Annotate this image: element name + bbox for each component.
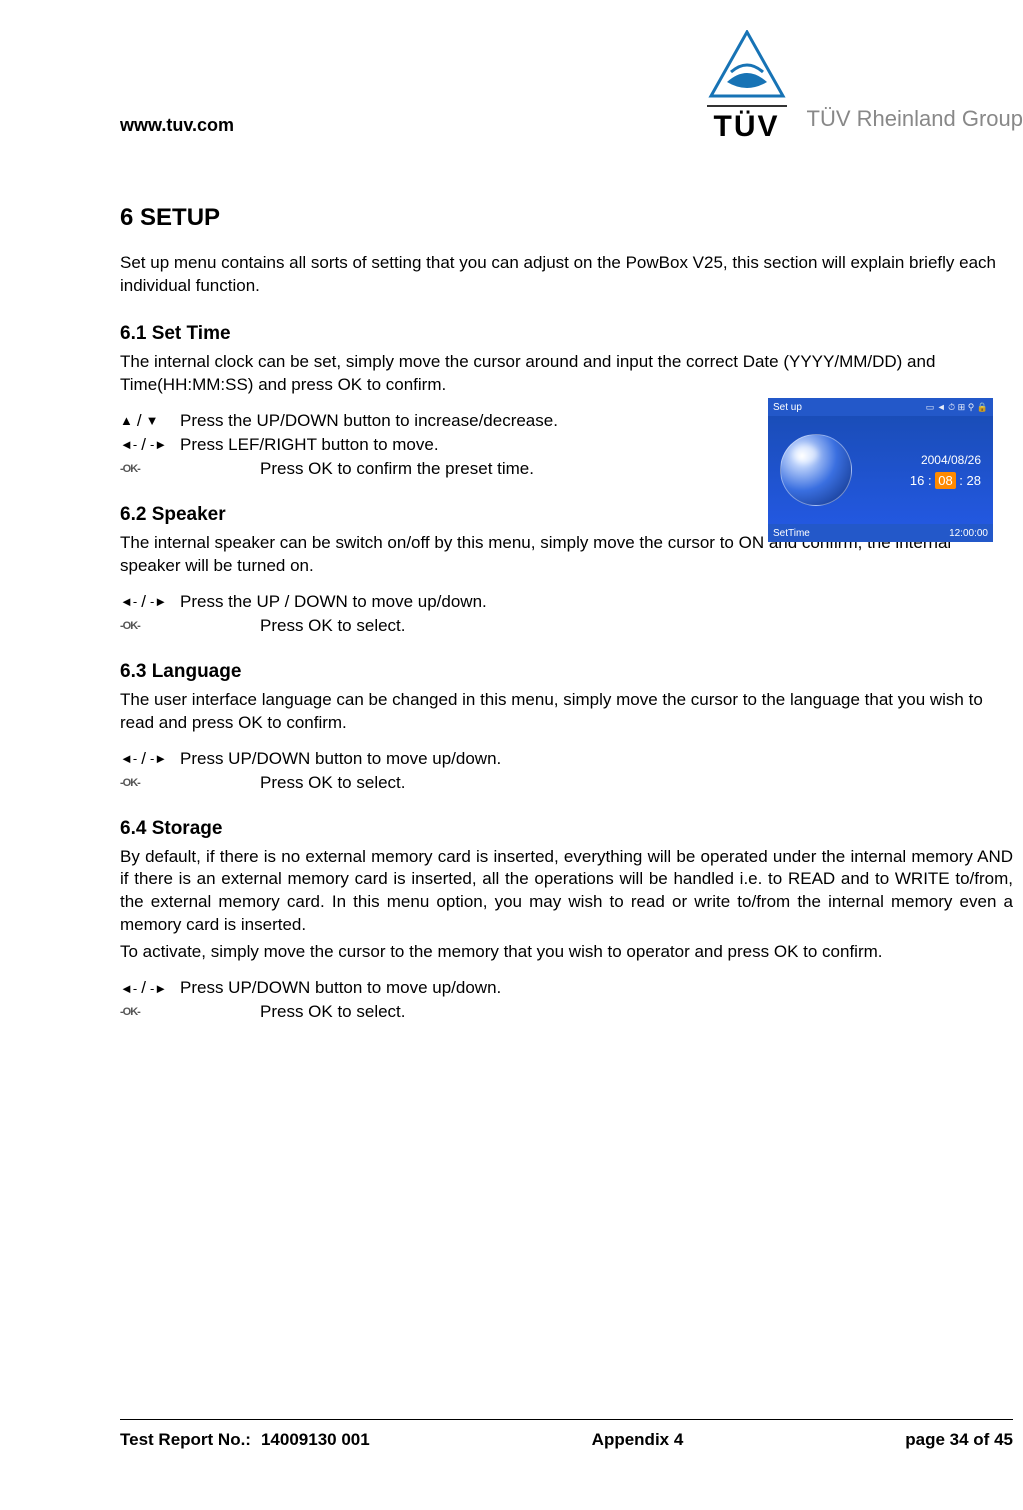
control-row: -OK- Press OK to select.: [120, 616, 1013, 636]
control-text: Press UP/DOWN button to move up/down.: [180, 749, 501, 769]
logo-area: TÜV TÜV Rheinland Group: [707, 30, 1023, 144]
footer-report-label: Test Report No.:: [120, 1430, 251, 1450]
page-header: www.tuv.com TÜV TÜV Rheinland Group: [0, 30, 1023, 144]
page-footer: Test Report No.: 14009130 001 Appendix 4…: [120, 1419, 1013, 1450]
screenshot-titlebar: Set up ▭ ◄ ⏱ ⊞ ⚲ 🔒: [768, 398, 993, 416]
footer-report-number: 14009130 001: [261, 1430, 370, 1450]
screenshot-footer: SetTime 12:00:00: [768, 524, 993, 542]
header-url: www.tuv.com: [120, 115, 234, 144]
control-text: Press LEF/RIGHT button to move.: [180, 435, 439, 455]
control-row: ◄-/-► Press UP/DOWN button to move up/do…: [120, 978, 1013, 998]
intro-text: Set up menu contains all sorts of settin…: [120, 252, 1013, 298]
control-text: Press OK to select.: [260, 616, 406, 636]
left-right-icon: ◄-/-►: [120, 592, 180, 612]
speaker-controls: ◄-/-► Press the UP / DOWN to move up/dow…: [120, 592, 1013, 636]
control-text: Press the UP/DOWN button to increase/dec…: [180, 411, 558, 431]
control-text: Press UP/DOWN button to move up/down.: [180, 978, 501, 998]
footer-left: Test Report No.: 14009130 001: [120, 1430, 370, 1450]
storage-controls: ◄-/-► Press UP/DOWN button to move up/do…: [120, 978, 1013, 1022]
set-time-body: The internal clock can be set, simply mo…: [120, 351, 1013, 397]
screenshot-title: Set up: [773, 402, 802, 413]
heading-language: 6.3 Language: [120, 661, 1013, 683]
heading-storage: 6.4 Storage: [120, 818, 1013, 840]
screenshot-mode: SetTime: [773, 528, 810, 539]
content: 6 SETUP Set up menu contains all sorts o…: [0, 204, 1023, 1022]
control-row: -OK- Press OK to select.: [120, 773, 1013, 793]
tuv-group-text: TÜV Rheinland Group: [807, 106, 1023, 144]
storage-body-2: To activate, simply move the cursor to t…: [120, 941, 1013, 964]
footer-page: page 34 of 45: [905, 1430, 1013, 1450]
heading-setup: 6 SETUP: [120, 204, 1013, 232]
ok-icon: -OK-: [120, 620, 180, 632]
tuv-triangle-icon: [707, 30, 787, 100]
page: www.tuv.com TÜV TÜV Rheinland Group 6 SE…: [0, 0, 1023, 1510]
storage-body-1: By default, if there is no external memo…: [120, 846, 1013, 938]
control-text: Press the UP / DOWN to move up/down.: [180, 592, 487, 612]
screenshot-clock: 12:00:00: [949, 528, 988, 539]
device-screenshot: Set up ▭ ◄ ⏱ ⊞ ⚲ 🔒 2004/08/26 16 : 08 : …: [768, 398, 993, 542]
language-body: The user interface language can be chang…: [120, 689, 1013, 735]
left-right-icon: ◄-/-►: [120, 435, 180, 455]
screenshot-status-icons: ▭ ◄ ⏱ ⊞ ⚲ 🔒: [926, 402, 988, 413]
heading-set-time: 6.1 Set Time: [120, 323, 1013, 345]
control-text: Press OK to select.: [260, 1002, 406, 1022]
screenshot-datetime: 2004/08/26 16 : 08 : 28: [910, 453, 981, 488]
tuv-logo-text: TÜV: [707, 105, 787, 144]
language-controls: ◄-/-► Press UP/DOWN button to move up/do…: [120, 749, 1013, 793]
ok-icon: -OK-: [120, 463, 180, 475]
control-text: Press OK to select.: [260, 773, 406, 793]
control-text: Press OK to confirm the preset time.: [260, 459, 534, 479]
footer-center: Appendix 4: [592, 1430, 684, 1450]
control-row: ◄-/-► Press the UP / DOWN to move up/dow…: [120, 592, 1013, 612]
left-right-icon: ◄-/-►: [120, 749, 180, 769]
up-down-icon: ▲/▼: [120, 411, 180, 431]
control-row: ◄-/-► Press UP/DOWN button to move up/do…: [120, 749, 1013, 769]
screenshot-hour: 16: [910, 473, 924, 488]
globe-icon: [780, 434, 852, 506]
screenshot-body: 2004/08/26 16 : 08 : 28: [768, 416, 993, 524]
control-row: -OK- Press OK to select.: [120, 1002, 1013, 1022]
left-right-icon: ◄-/-►: [120, 978, 180, 998]
screenshot-minute: 08: [935, 472, 955, 489]
screenshot-second: 28: [967, 473, 981, 488]
screenshot-date: 2004/08/26: [910, 453, 981, 467]
ok-icon: -OK-: [120, 777, 180, 789]
tuv-logo: TÜV: [707, 30, 787, 144]
screenshot-time: 16 : 08 : 28: [910, 473, 981, 488]
ok-icon: -OK-: [120, 1006, 180, 1018]
